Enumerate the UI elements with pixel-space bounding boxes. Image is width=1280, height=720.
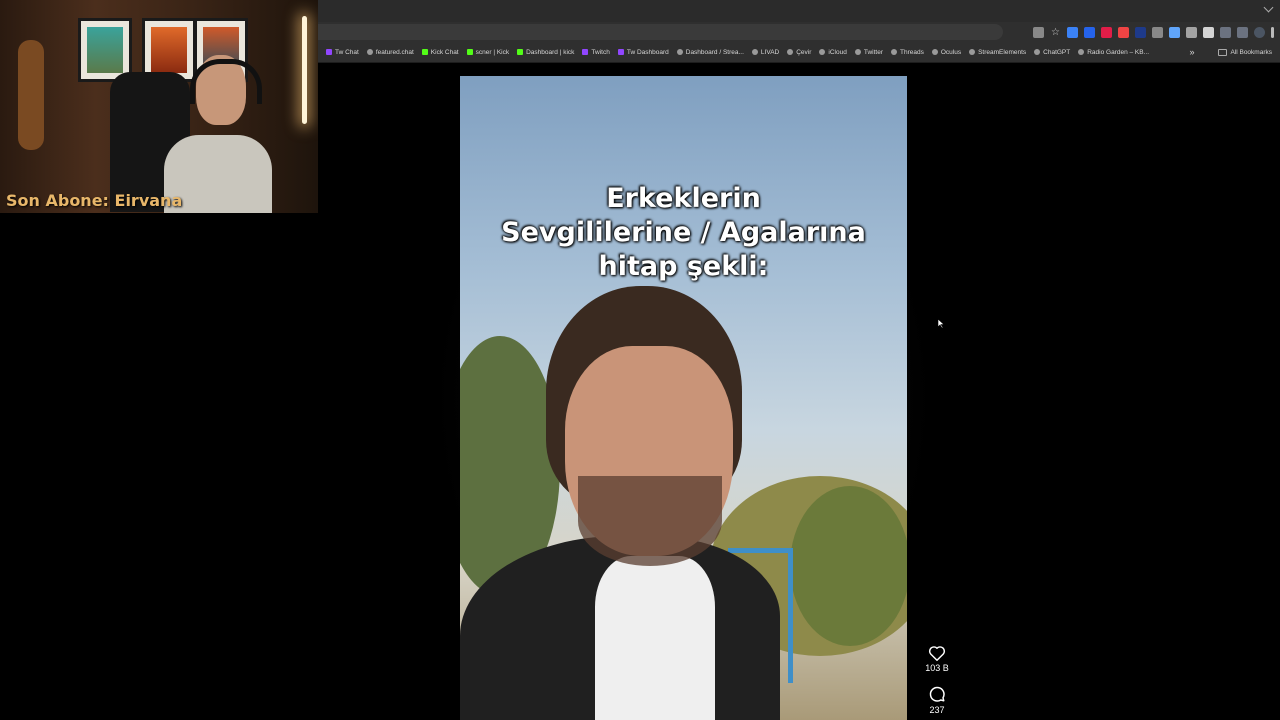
guitar-image (18, 40, 44, 150)
latest-subscriber-text: Son Abone: Eirvana (6, 191, 183, 210)
extension-icon[interactable] (1186, 26, 1197, 38)
globe-icon (969, 49, 976, 55)
extension-icon[interactable] (1101, 26, 1112, 38)
bookmark-item[interactable]: Threads (891, 49, 924, 56)
webcam-overlay: Son Abone: Eirvana (0, 0, 318, 213)
globe-icon (1034, 49, 1041, 55)
bookmark-item[interactable]: Çevir (787, 49, 811, 56)
light-bar (302, 16, 307, 124)
person-in-video (460, 286, 907, 720)
kick-icon (466, 49, 473, 55)
bookmark-label: Threads (900, 48, 924, 56)
bookmark-item[interactable]: scner | Kick (466, 48, 510, 56)
heart-icon (928, 646, 946, 661)
bookmark-star-icon[interactable]: ☆ (1050, 27, 1061, 38)
globe-icon (854, 49, 861, 55)
bookmark-item[interactable]: Tw Dashboard (617, 48, 669, 56)
all-bookmarks-label: All Bookmarks (1230, 48, 1272, 56)
globe-icon (931, 49, 938, 55)
bookmark-item[interactable]: Radio Garden – KB... (1078, 49, 1149, 56)
reel-actions: 103 B 237 (916, 645, 958, 720)
comment-count: 237 (929, 705, 945, 715)
reel-video[interactable]: Erkeklerin Sevgililerine / Agalarına hit… (460, 76, 907, 720)
bookmark-item[interactable]: Twitch (582, 48, 610, 56)
install-app-icon[interactable] (1033, 26, 1044, 38)
extension-icon[interactable] (1067, 26, 1078, 38)
globe-icon (891, 49, 897, 55)
bookmarks-bar: Tw Chat featured.chat Kick Chat scner | Kic… (318, 42, 1280, 63)
comment-button[interactable]: 237 (928, 685, 946, 715)
bookmark-label: Twitter (863, 48, 883, 56)
bookmark-label: Dashboard / Strea... (685, 48, 744, 56)
caption-line: hitap şekli: (598, 251, 769, 282)
bookmark-item[interactable]: LIVAD (751, 48, 780, 56)
bookmark-label: ChatGPT (1043, 48, 1071, 56)
chevron-down-icon[interactable] (1263, 2, 1274, 13)
bookmark-item[interactable]: featured.chat (366, 48, 414, 56)
bookmark-label: featured.chat (375, 48, 414, 56)
bookmarks-bar-right: » All Bookmarks (1189, 42, 1272, 62)
kick-icon (421, 49, 428, 55)
twitch-icon (582, 49, 589, 55)
more-bookmarks-button[interactable]: » (1189, 47, 1194, 57)
bookmark-label: iCloud (828, 48, 847, 56)
extension-icon[interactable] (1084, 26, 1095, 38)
bookmark-item[interactable]: Oculus (931, 48, 962, 56)
puzzle-icon[interactable] (1220, 26, 1231, 38)
comment-icon (929, 686, 945, 702)
address-bar[interactable] (318, 24, 1003, 40)
extension-icon[interactable] (1169, 26, 1180, 38)
bookmark-item[interactable]: Kick Chat (421, 48, 459, 56)
extension-icon[interactable] (1118, 26, 1129, 38)
bookmark-label: StreamElements (978, 48, 1027, 56)
kick-icon (517, 49, 524, 55)
bookmark-item[interactable]: Twitter (854, 48, 883, 56)
bookmark-item[interactable]: iCloud (819, 48, 847, 56)
bookmark-label: Twitch (591, 48, 610, 56)
globe-icon (751, 49, 758, 55)
globe-icon (366, 49, 373, 55)
bookmark-item[interactable]: StreamElements (969, 49, 1026, 56)
bookmark-item[interactable]: ChatGPT (1034, 49, 1070, 56)
extension-icon[interactable] (1203, 26, 1214, 38)
icloud-icon (819, 49, 826, 55)
bookmark-label: Tw Dashboard (626, 48, 669, 56)
twitch-icon (326, 49, 332, 55)
bookmark-label: Kick Chat (430, 48, 459, 56)
video-caption: Erkeklerin Sevgililerine / Agalarına hit… (460, 182, 907, 284)
bookmark-label: LIVAD (760, 48, 780, 56)
caption-line: Erkeklerin (606, 183, 761, 214)
mouse-cursor-icon (937, 319, 945, 329)
bookmark-label: scner | Kick (475, 48, 510, 56)
folder-icon (1218, 48, 1228, 56)
translate-icon (787, 49, 794, 55)
bookmark-item[interactable]: Dashboard | kick (517, 49, 574, 56)
browser-toolbar: ☆ (318, 22, 1280, 42)
twitch-icon (617, 49, 624, 55)
streamer (158, 55, 278, 213)
streamelements-icon (676, 49, 683, 55)
bookmark-label: Çevir (796, 48, 812, 56)
profile-avatar-icon[interactable] (1254, 26, 1265, 38)
tab-search-icon[interactable] (1237, 26, 1248, 38)
extension-icon[interactable] (1152, 26, 1163, 38)
bookmark-item[interactable]: Dashboard / Strea... (676, 48, 744, 56)
extension-icons: ☆ (1033, 24, 1274, 40)
like-button[interactable]: 103 B (925, 645, 949, 673)
bookmark-item[interactable]: Tw Chat (326, 49, 359, 56)
caption-line: Sevgililerine / Agalarına (501, 217, 866, 248)
bookmark-label: Oculus (940, 48, 962, 56)
bookmark-label: Radio Garden – KB... (1087, 48, 1150, 56)
globe-icon (1078, 49, 1085, 55)
all-bookmarks-button[interactable]: All Bookmarks (1218, 48, 1272, 56)
extension-icon[interactable] (1135, 26, 1146, 38)
bookmark-label: Tw Chat (335, 48, 359, 56)
kebab-menu-icon[interactable] (1271, 26, 1274, 38)
like-count: 103 B (925, 663, 949, 673)
bookmark-label: Dashboard | kick (526, 48, 575, 56)
